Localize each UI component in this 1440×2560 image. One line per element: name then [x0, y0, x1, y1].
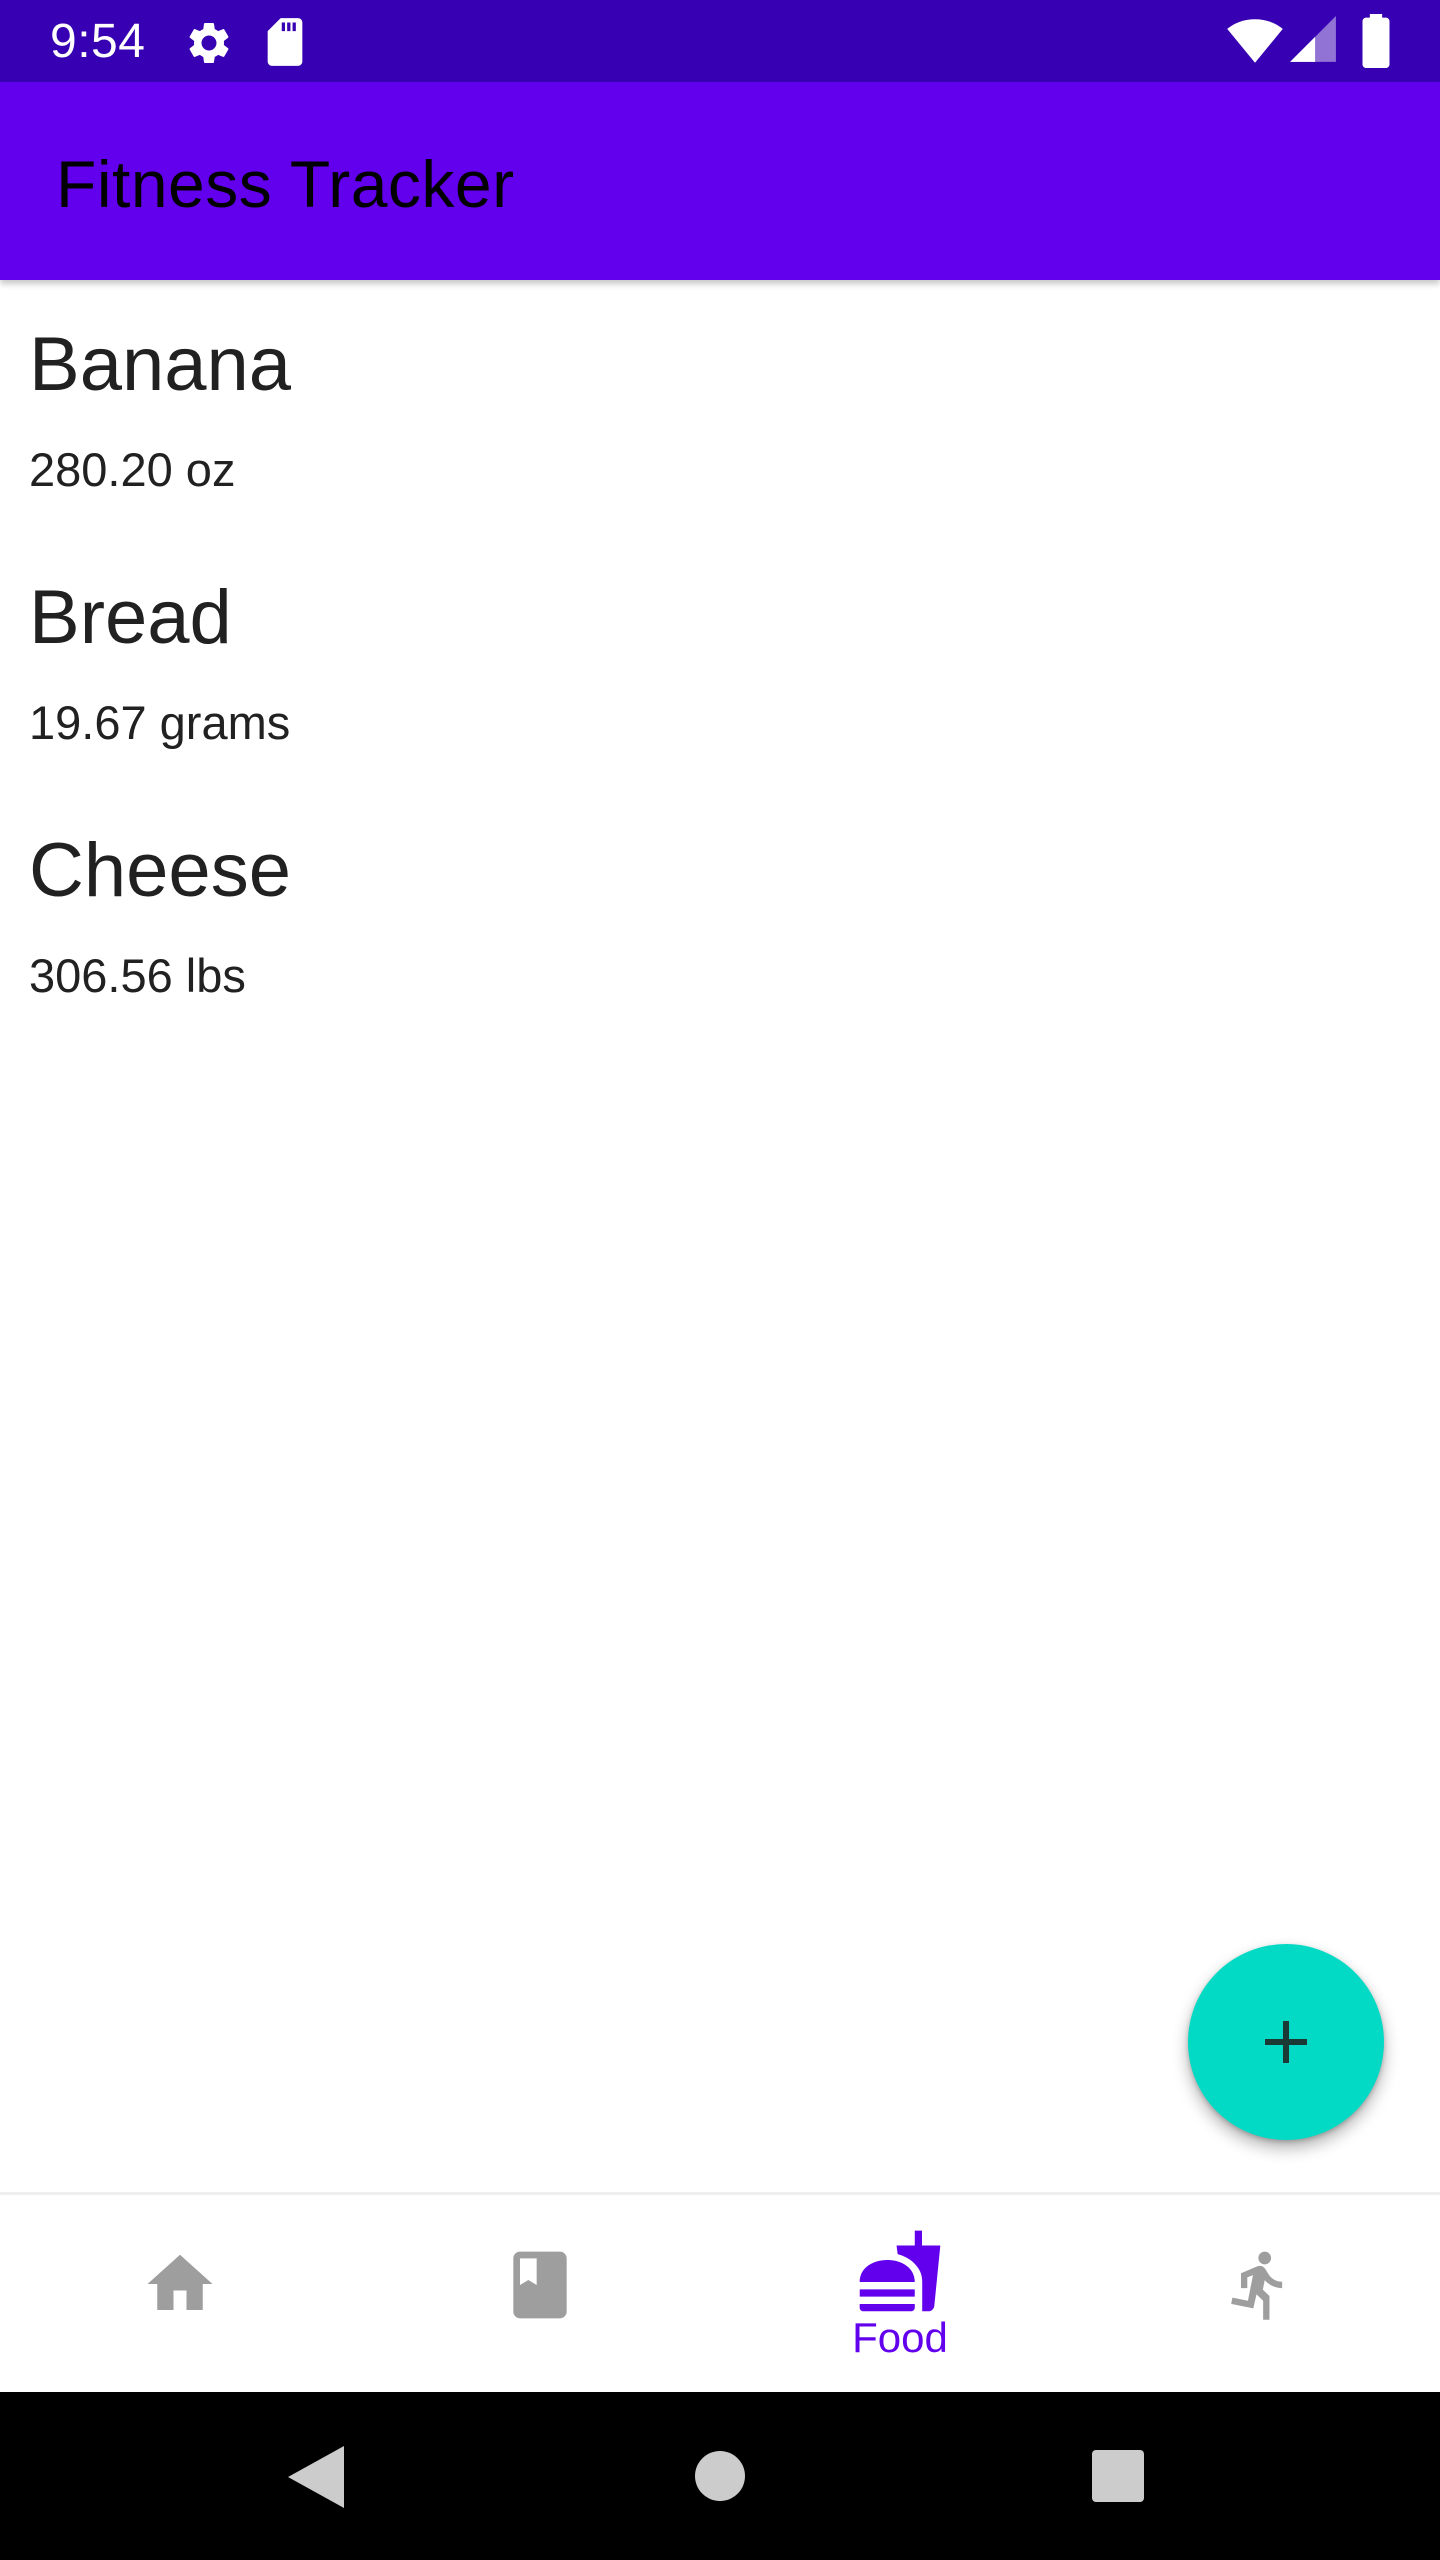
food-name: Bread	[29, 575, 232, 660]
app-bar: Fitness Tracker	[0, 82, 1440, 280]
home-circle-icon[interactable]	[694, 2450, 746, 2502]
food-list: Banana 280.20 oz Bread 19.67 grams Chees…	[0, 282, 1440, 1041]
nav-item-food[interactable]: Food	[720, 2195, 1080, 2395]
nav-item-book[interactable]	[360, 2195, 720, 2395]
status-bar: 9:54	[0, 0, 1440, 82]
system-navigation-bar	[0, 2392, 1440, 2560]
book-icon	[513, 2251, 567, 2319]
food-amount: 19.67 grams	[29, 696, 291, 749]
home-icon	[147, 2254, 213, 2310]
status-time: 9:54	[50, 15, 146, 68]
list-item[interactable]: Banana 280.20 oz	[0, 282, 1440, 535]
app-title: Fitness Tracker	[56, 147, 515, 221]
cellular-signal-icon	[1290, 16, 1336, 62]
add-food-button[interactable]	[1188, 1944, 1384, 2140]
sd-card-icon	[267, 18, 303, 66]
back-icon[interactable]	[288, 2446, 344, 2508]
food-name: Cheese	[29, 828, 291, 913]
fastfood-icon	[859, 2230, 941, 2312]
nav-item-activity[interactable]	[1080, 2195, 1440, 2395]
food-amount: 280.20 oz	[29, 443, 236, 496]
running-icon	[1231, 2251, 1283, 2320]
screen: 9:54 Fitness Tracker Banana 280.20 oz Br…	[0, 0, 1440, 2560]
bottom-navigation: Food	[0, 2192, 1440, 2395]
food-amount: 306.56 lbs	[29, 949, 246, 1002]
food-name: Banana	[29, 322, 292, 407]
battery-icon	[1362, 14, 1390, 68]
nav-item-home[interactable]	[0, 2195, 360, 2395]
list-item[interactable]: Cheese 306.56 lbs	[0, 788, 1440, 1041]
recents-icon[interactable]	[1092, 2450, 1144, 2502]
wifi-icon	[1227, 19, 1283, 63]
gear-icon	[189, 22, 229, 63]
plus-icon	[1265, 2021, 1307, 2063]
nav-item-label: Food	[852, 2314, 948, 2361]
list-item[interactable]: Bread 19.67 grams	[0, 535, 1440, 788]
